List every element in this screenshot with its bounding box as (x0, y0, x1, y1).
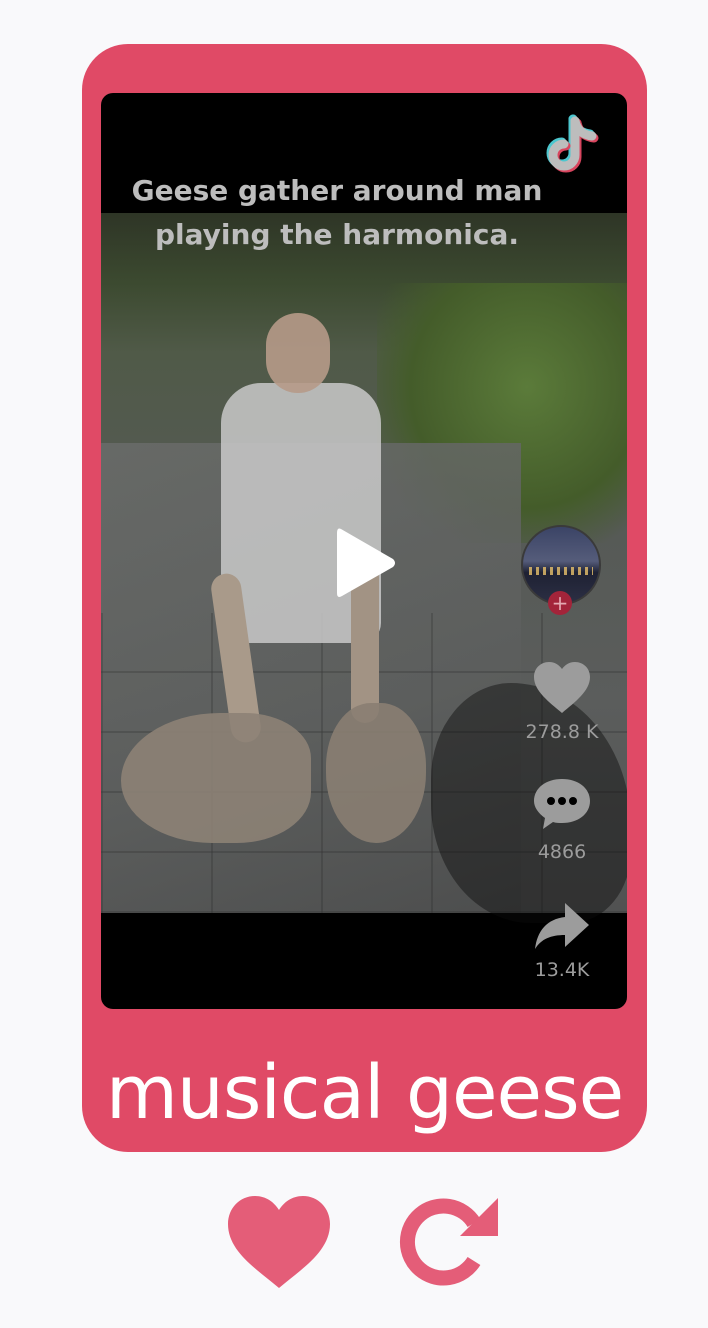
video-title: musical geese (105, 1050, 624, 1136)
follow-button[interactable]: + (548, 591, 572, 615)
like-button-heart-icon[interactable] (224, 1192, 334, 1292)
share-count: 13.4K (534, 959, 590, 981)
caption-line-1: Geese gather around man (131, 174, 543, 207)
like-count: 278.8 K (525, 721, 599, 743)
tiktok-logo-icon (546, 114, 599, 173)
share-icon[interactable] (531, 899, 593, 955)
video-caption: Geese gather around man playing the harm… (101, 169, 573, 257)
caption-line-2: playing the harmonica. (154, 218, 519, 251)
video-player[interactable]: Geese gather around man playing the harm… (101, 93, 627, 1009)
refresh-icon[interactable] (398, 1190, 504, 1294)
comment-icon[interactable] (531, 775, 593, 831)
play-icon[interactable] (333, 523, 399, 603)
comment-count: 4866 (537, 841, 587, 863)
heart-icon[interactable] (531, 659, 593, 715)
